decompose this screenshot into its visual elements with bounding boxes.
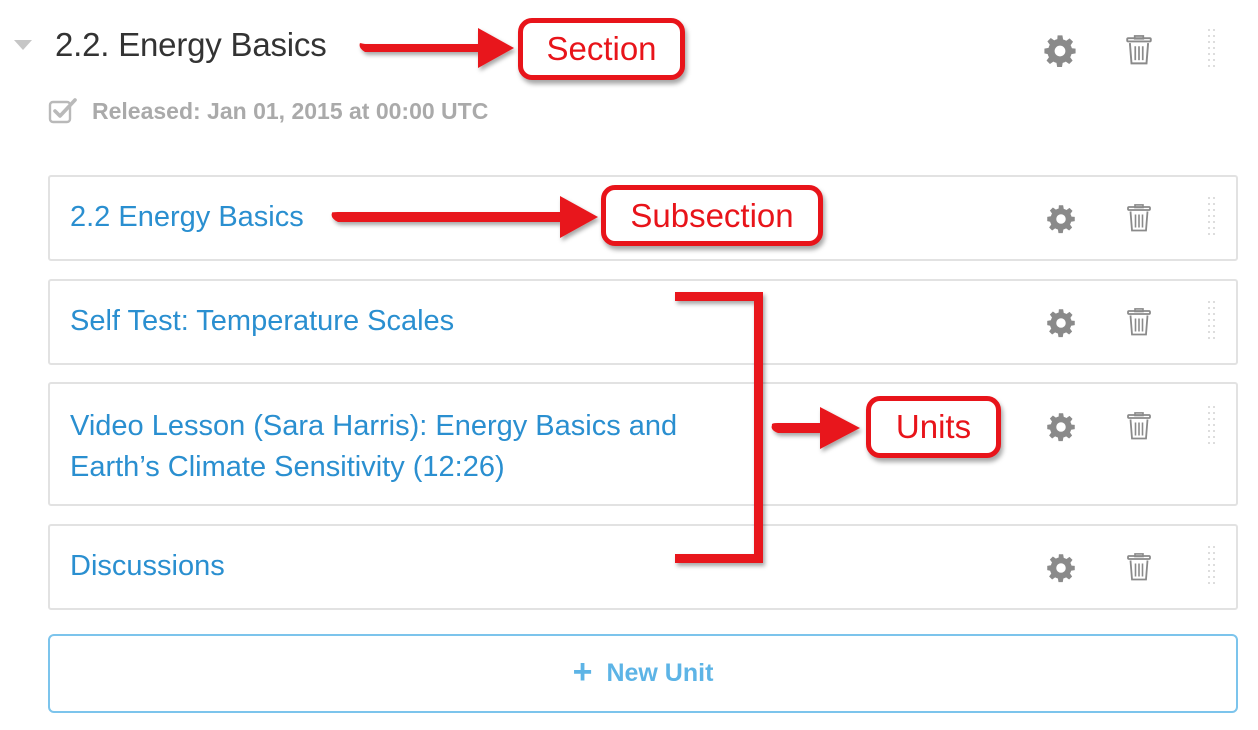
unit-title-line: Earth’s Climate Sensitivity (12:26) <box>70 451 505 483</box>
unit-title-link[interactable]: Self Test: Temperature Scales <box>70 301 454 342</box>
unit-title-line: Video Lesson (Sara Harris): Energy Basic… <box>70 410 678 442</box>
subsection-annotation-label: Subsection <box>601 185 823 246</box>
gear-icon[interactable] <box>1046 553 1076 583</box>
drag-handle-icon[interactable] <box>1207 300 1217 344</box>
section-gear-icon[interactable] <box>1043 34 1077 68</box>
section-annotation-label: Section <box>518 18 685 80</box>
drag-handle-icon[interactable] <box>1207 545 1217 589</box>
trash-icon[interactable] <box>1127 308 1151 336</box>
unit-row[interactable]: Discussions <box>48 524 1238 610</box>
new-unit-button[interactable]: + New Unit <box>48 634 1238 713</box>
unit-title-link[interactable]: Discussions <box>70 546 225 587</box>
release-status: Released: Jan 01, 2015 at 00:00 UTC <box>48 94 488 128</box>
trash-icon[interactable] <box>1127 553 1151 581</box>
trash-icon[interactable] <box>1127 204 1151 232</box>
new-unit-label: New Unit <box>606 659 714 687</box>
gear-icon[interactable] <box>1046 412 1076 442</box>
section-drag-handle-icon[interactable] <box>1207 28 1217 72</box>
plus-icon: + <box>572 653 593 691</box>
checkbox-checked-icon <box>48 98 77 124</box>
unit-row[interactable]: Self Test: Temperature Scales <box>48 279 1238 365</box>
drag-handle-icon[interactable] <box>1207 196 1217 240</box>
gear-icon[interactable] <box>1046 204 1076 234</box>
unit-title-link[interactable]: Video Lesson (Sara Harris): Energy Basic… <box>70 406 677 488</box>
section-trash-icon[interactable] <box>1126 35 1152 65</box>
section-annotation-arrow <box>359 28 514 68</box>
trash-icon[interactable] <box>1127 412 1151 440</box>
unit-row[interactable]: Video Lesson (Sara Harris): Energy Basic… <box>48 382 1238 506</box>
units-annotation-label: Units <box>866 396 1001 458</box>
section-title[interactable]: 2.2. Energy Basics <box>55 26 327 64</box>
collapse-caret-icon[interactable] <box>14 40 32 50</box>
drag-handle-icon[interactable] <box>1207 405 1217 449</box>
release-date-text: Released: Jan 01, 2015 at 00:00 UTC <box>92 97 489 124</box>
gear-icon[interactable] <box>1046 308 1076 338</box>
subsection-title-link[interactable]: 2.2 Energy Basics <box>70 197 304 238</box>
